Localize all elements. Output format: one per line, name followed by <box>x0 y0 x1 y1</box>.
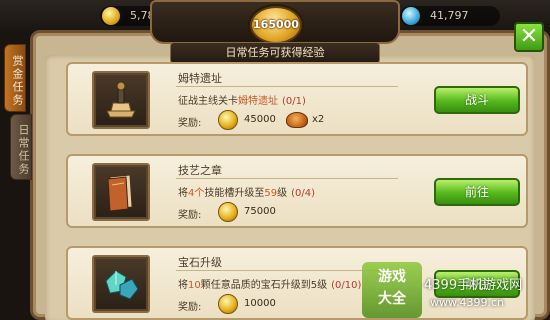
exp-badge: 165000 <box>250 6 302 44</box>
task-icon-frame <box>92 71 150 129</box>
task-progress: (0/10) <box>331 280 362 291</box>
reward-gold-value: 10000 <box>244 298 276 309</box>
divider <box>176 86 398 87</box>
task-progress: (0/4) <box>291 188 316 199</box>
gem-icon <box>402 7 420 25</box>
gold-coin-icon <box>102 7 120 25</box>
desc-text: 征战主线关卡 <box>178 96 238 107</box>
desc-highlight: 姆特遗址 <box>238 96 278 107</box>
desc-highlight: 4个 <box>188 188 205 199</box>
bread-item-icon <box>286 112 308 128</box>
task-name: 姆特遗址 <box>178 72 222 85</box>
watermark-logo-line1: 游戏 <box>378 269 406 285</box>
gem-amount: 41,797 <box>430 9 469 22</box>
panel-title: 日常任务可获得经验 <box>170 42 380 64</box>
reward-item-count: x2 <box>312 114 325 125</box>
watermark-logo-line2: 大全 <box>378 291 406 307</box>
desc-text: 颗任意品质的宝石升级到5级 <box>200 280 328 291</box>
task-name: 宝石升级 <box>178 256 222 269</box>
close-button[interactable]: ✕ <box>514 22 544 52</box>
desc-highlight: 10 <box>188 280 201 291</box>
tab-bounty-tasks[interactable]: 赏金任务 <box>4 44 26 112</box>
watermark-site-url: www.4399.cn <box>430 296 504 309</box>
reward-label: 奖励: <box>178 118 202 129</box>
desc-text: 将 <box>178 188 188 199</box>
divider <box>176 178 398 179</box>
ruins-statue-icon <box>106 81 136 118</box>
gold-coin-icon <box>218 110 238 130</box>
task-description: 将10颗任意品质的宝石升级到5级 (0/10) <box>178 276 361 291</box>
task-icon-frame <box>92 163 150 221</box>
reward-label: 奖励: <box>178 210 202 221</box>
go-button[interactable]: 前往 <box>434 178 520 206</box>
gem-crystal-icon <box>105 270 139 300</box>
gold-coin-icon <box>218 202 238 222</box>
gem-counter: 41,797 <box>400 6 500 26</box>
tab-daily-tasks[interactable]: 日常任务 <box>10 114 32 180</box>
task-row: 姆特遗址 征战主线关卡姆特遗址 (0/1) 奖励: 45000 x2 战斗 <box>66 62 528 136</box>
desc-text: 技能槽升级至 <box>204 188 265 199</box>
desc-highlight: 59 <box>264 188 278 199</box>
task-description: 征战主线关卡姆特遗址 (0/1) <box>178 92 306 107</box>
task-progress: (0/1) <box>282 96 306 107</box>
task-row: 技艺之章 将4个技能槽升级至59级 (0/4) 奖励: 75000 前往 <box>66 154 528 228</box>
watermark-site-name: 4399手机游戏网 <box>424 278 523 293</box>
desc-text: 将 <box>178 280 188 291</box>
task-name: 技艺之章 <box>178 164 222 177</box>
skill-book-icon <box>107 174 133 211</box>
task-description: 将4个技能槽升级至59级 (0/4) <box>178 184 315 199</box>
fight-button[interactable]: 战斗 <box>434 86 520 114</box>
reward-gold-value: 45000 <box>244 114 276 125</box>
watermark-logo: 游戏 大全 <box>362 262 422 318</box>
reward-gold-value: 75000 <box>244 206 276 217</box>
reward-label: 奖励: <box>178 302 202 313</box>
task-icon-frame <box>92 255 150 313</box>
desc-text: 级 <box>277 188 288 199</box>
exp-value: 165000 <box>253 18 299 31</box>
gold-coin-icon <box>218 294 238 314</box>
